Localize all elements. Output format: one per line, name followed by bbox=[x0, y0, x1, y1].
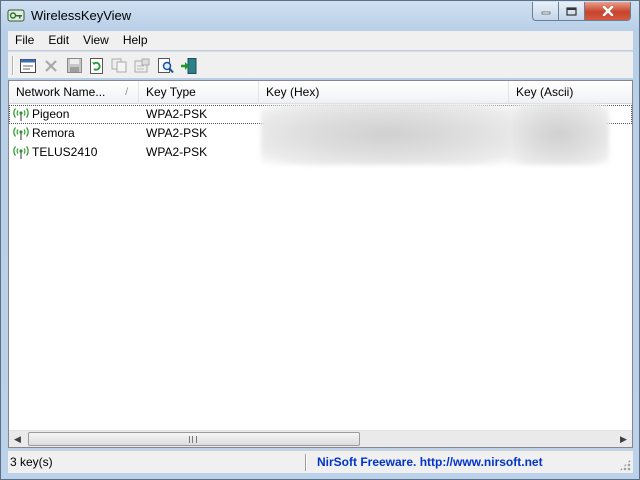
menu-bar: File Edit View Help bbox=[8, 31, 633, 50]
close-button[interactable] bbox=[585, 2, 631, 21]
save-button[interactable] bbox=[64, 56, 84, 75]
menu-view[interactable]: View bbox=[76, 31, 116, 50]
sort-indicator: / bbox=[125, 87, 128, 98]
menu-file[interactable]: File bbox=[8, 31, 41, 50]
status-bar: 3 key(s) NirSoft Freeware. http://www.ni… bbox=[8, 450, 633, 473]
toolbar-grip bbox=[12, 56, 14, 75]
column-label: Key (Hex) bbox=[266, 85, 320, 99]
column-label: Key Type bbox=[146, 85, 196, 99]
delete-button[interactable] bbox=[41, 56, 61, 75]
cell-key-type: WPA2-PSK bbox=[146, 107, 208, 121]
list-header: Network Name... / Key Type Key (Hex) Key… bbox=[9, 81, 632, 104]
column-header-key-type[interactable]: Key Type bbox=[139, 81, 259, 104]
redacted-key-hex bbox=[261, 103, 513, 165]
thumb-grip-icon bbox=[189, 436, 197, 443]
nirsoft-link[interactable]: NirSoft Freeware. http://www.nirsoft.net bbox=[317, 455, 543, 469]
delete-icon bbox=[45, 59, 57, 72]
html-report-button[interactable] bbox=[18, 56, 38, 75]
column-header-network-name[interactable]: Network Name... / bbox=[9, 81, 139, 104]
properties-icon bbox=[134, 58, 150, 73]
refresh-icon bbox=[89, 57, 103, 74]
find-button[interactable] bbox=[156, 56, 176, 75]
cell-key-type: WPA2-PSK bbox=[146, 145, 208, 159]
network-list[interactable]: Network Name... / Key Type Key (Hex) Key… bbox=[8, 80, 633, 448]
title-bar[interactable]: WirelessKeyView bbox=[1, 1, 639, 31]
window-title: WirelessKeyView bbox=[31, 8, 132, 23]
cell-network-name: TELUS2410 bbox=[32, 145, 98, 159]
cell-network-name: Pigeon bbox=[32, 107, 70, 121]
status-key-count: 3 key(s) bbox=[10, 455, 53, 469]
properties-button[interactable] bbox=[132, 56, 152, 75]
copy-button[interactable] bbox=[109, 56, 129, 75]
minimize-icon bbox=[541, 11, 550, 15]
toolbar bbox=[8, 51, 633, 78]
scrollbar-thumb[interactable] bbox=[28, 432, 360, 446]
refresh-button[interactable] bbox=[86, 56, 106, 75]
save-icon bbox=[66, 58, 82, 73]
close-icon bbox=[602, 6, 613, 16]
redacted-key-ascii bbox=[509, 103, 609, 165]
column-header-key-ascii[interactable]: Key (Ascii) bbox=[509, 81, 632, 104]
exit-button[interactable] bbox=[178, 56, 198, 75]
column-header-key-hex[interactable]: Key (Hex) bbox=[259, 81, 509, 104]
minimize-button[interactable] bbox=[532, 2, 559, 21]
scroll-left-arrow-icon[interactable]: ◀ bbox=[9, 431, 26, 447]
find-icon bbox=[158, 57, 174, 73]
html-report-icon bbox=[20, 58, 36, 73]
cell-network-name: Remora bbox=[32, 126, 75, 140]
wifi-signal-icon bbox=[13, 108, 29, 121]
status-divider bbox=[305, 454, 307, 471]
copy-icon bbox=[111, 58, 127, 73]
horizontal-scrollbar[interactable]: ◀ ▶ bbox=[9, 430, 632, 447]
maximize-icon bbox=[566, 6, 577, 16]
maximize-button[interactable] bbox=[559, 2, 585, 21]
wifi-signal-icon bbox=[13, 146, 29, 159]
app-icon[interactable] bbox=[7, 7, 25, 23]
scroll-right-arrow-icon[interactable]: ▶ bbox=[615, 431, 632, 447]
wifi-signal-icon bbox=[13, 127, 29, 140]
resize-grip-icon[interactable] bbox=[619, 459, 631, 471]
menu-edit[interactable]: Edit bbox=[41, 31, 76, 50]
cell-key-type: WPA2-PSK bbox=[146, 126, 208, 140]
menu-help[interactable]: Help bbox=[116, 31, 155, 50]
app-window: WirelessKeyView File Edit View Help Netw… bbox=[0, 0, 640, 480]
column-label: Key (Ascii) bbox=[516, 85, 574, 99]
column-label: Network Name... bbox=[16, 85, 106, 99]
exit-icon bbox=[180, 57, 196, 74]
